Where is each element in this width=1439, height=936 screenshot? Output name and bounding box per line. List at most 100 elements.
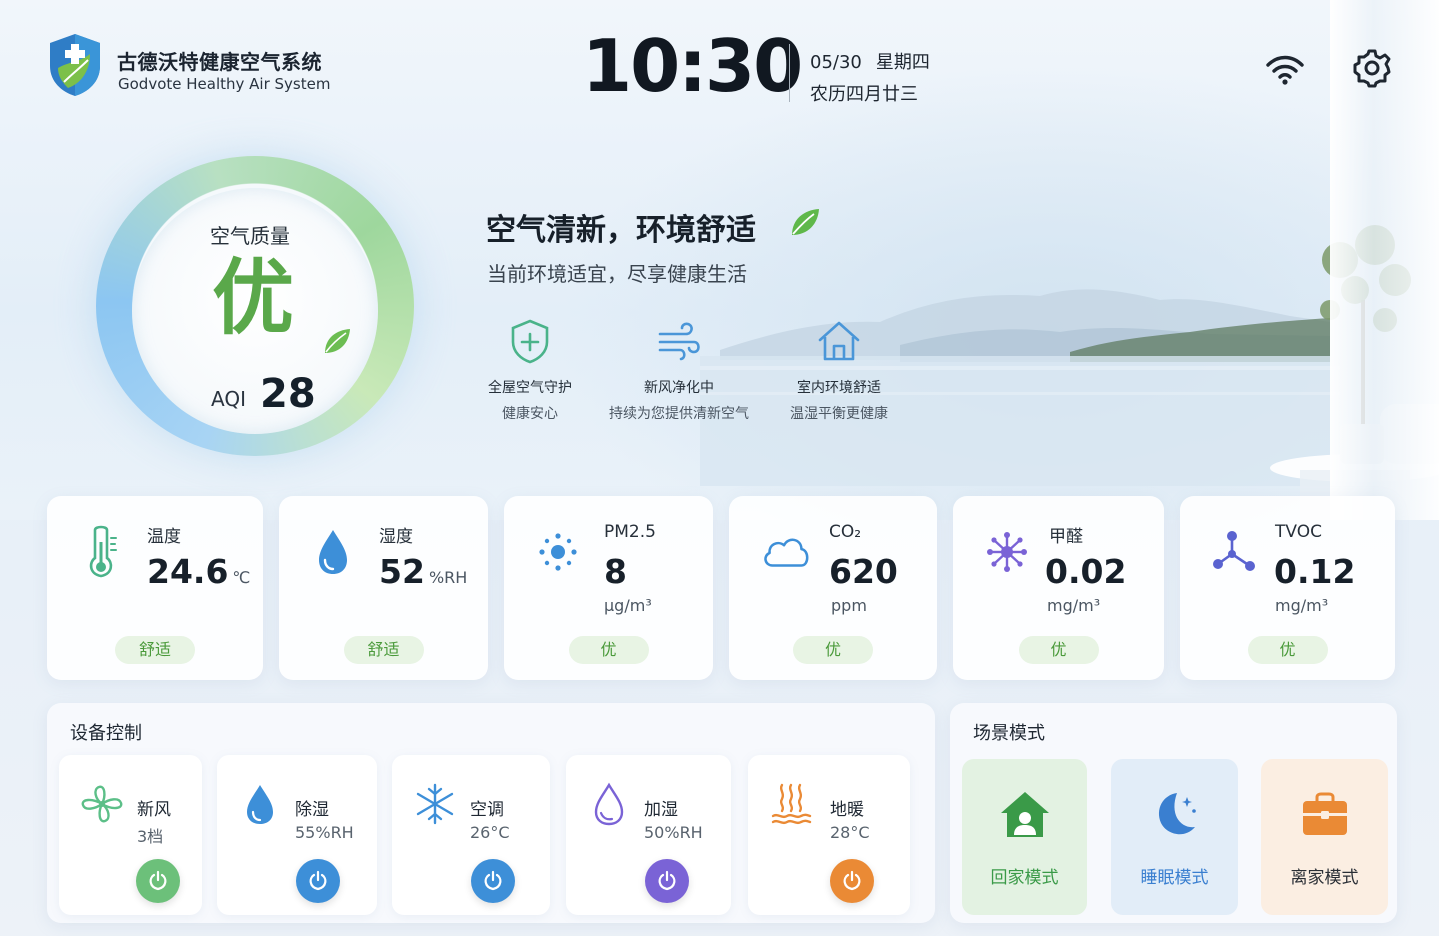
- power-icon: [484, 870, 502, 891]
- power-button[interactable]: [296, 859, 340, 903]
- home-icon: [818, 321, 860, 361]
- value-unit: ppm: [831, 596, 867, 615]
- sensor-card-humidity[interactable]: 湿度 52 %RH 舒适: [279, 496, 488, 680]
- value-unit: mg/m³: [1275, 596, 1329, 615]
- power-button[interactable]: [471, 859, 515, 903]
- feature-title: 室内环境舒适: [797, 380, 881, 396]
- device-value: 26°C: [470, 823, 510, 842]
- scene-home-mode[interactable]: 回家模式: [962, 759, 1087, 915]
- value-unit: μg/m³: [604, 596, 652, 615]
- status-headline: 空气清新，环境舒适: [486, 213, 756, 248]
- feature-fresh-air: 新风净化中 持续为您提供清新空气: [594, 318, 764, 424]
- sensor-label: 甲醛: [1049, 527, 1083, 547]
- aqi-title: 空气质量: [210, 224, 290, 248]
- sensor-label: TVOC: [1275, 522, 1322, 542]
- molecule-icon: [987, 532, 1027, 572]
- clock-time: 10:30: [582, 24, 803, 108]
- device-humidify[interactable]: 加湿 50%RH: [566, 755, 731, 915]
- moon-icon: [1158, 793, 1196, 835]
- sensor-card-tvoc[interactable]: TVOC 0.12 mg/m³ 优: [1180, 496, 1395, 680]
- heat-waves-icon: [771, 783, 812, 825]
- briefcase-icon: [1302, 792, 1347, 835]
- panel-title: 设备控制: [70, 723, 142, 744]
- aqi-label: AQI: [211, 387, 246, 411]
- scene-name: 离家模式: [1290, 868, 1359, 888]
- sensor-value: 52 %RH: [379, 552, 467, 591]
- sensor-value: 620: [829, 552, 898, 591]
- power-button[interactable]: [136, 859, 180, 903]
- scene-sleep-mode[interactable]: 睡眠模式: [1111, 759, 1238, 915]
- value-unit: ℃: [232, 568, 251, 587]
- network-icon: [1213, 531, 1255, 571]
- power-icon: [658, 870, 676, 891]
- particles-icon: [539, 533, 577, 571]
- device-control-panel: 设备控制 新风 3档 除湿 55%RH 空调 26°C 加湿 50%RH 地暖 …: [47, 703, 935, 923]
- device-name: 加湿: [644, 800, 678, 820]
- device-floor-heating[interactable]: 地暖 28°C: [748, 755, 910, 915]
- sensor-card-pm25[interactable]: PM2.5 8 μg/m³ 优: [504, 496, 713, 680]
- sensor-label: PM2.5: [604, 522, 656, 542]
- shield-plus-icon: [511, 319, 549, 364]
- value-number: 52: [379, 552, 425, 591]
- feature-whole-house: 全屋空气守护 健康安心: [445, 318, 615, 424]
- scene-name: 睡眠模式: [1140, 868, 1209, 888]
- sensor-card-temperature[interactable]: 温度 24.6 ℃ 舒适: [47, 496, 263, 680]
- weekday: 星期四: [875, 52, 930, 73]
- sensor-value: 0.12: [1274, 552, 1356, 591]
- feature-title: 全屋空气守护: [488, 380, 572, 396]
- status-subline: 当前环境适宜，尽享健康生活: [487, 262, 747, 286]
- panel-title: 场景模式: [973, 723, 1045, 744]
- water-drop-icon: [247, 785, 273, 824]
- leaf-icon: [325, 329, 350, 353]
- water-drop-icon: [319, 530, 347, 574]
- sensor-label: 湿度: [379, 527, 413, 547]
- wind-icon: [658, 322, 700, 361]
- device-value: 3档: [137, 827, 164, 846]
- cloud-icon: [764, 538, 809, 567]
- device-fresh-air[interactable]: 新风 3档: [59, 755, 202, 915]
- power-icon: [149, 870, 167, 891]
- clock-divider: [789, 44, 790, 102]
- power-icon: [309, 870, 327, 891]
- scene-name: 回家模式: [990, 868, 1059, 888]
- device-name: 地暖: [830, 800, 864, 820]
- value-unit: %RH: [428, 568, 468, 587]
- status-badge: 舒适: [343, 636, 424, 664]
- sensor-card-co2[interactable]: CO₂ 620 ppm 优: [729, 496, 937, 680]
- feature-title: 新风净化中: [644, 380, 714, 396]
- device-name: 新风: [137, 800, 171, 820]
- lunar-date: 农历四月廿三: [810, 84, 918, 105]
- value-unit: mg/m³: [1047, 596, 1101, 615]
- wifi-icon[interactable]: [1265, 54, 1305, 86]
- aqi-level: 优: [212, 251, 295, 346]
- scene-away-mode[interactable]: 离家模式: [1261, 759, 1388, 915]
- device-dehumidify[interactable]: 除湿 55%RH: [217, 755, 377, 915]
- sensor-label: 温度: [147, 527, 181, 547]
- power-button[interactable]: [830, 859, 874, 903]
- sensor-card-formaldehyde[interactable]: 甲醛 0.02 mg/m³ 优: [953, 496, 1164, 680]
- device-name: 除湿: [295, 800, 329, 820]
- snowflake-icon: [416, 783, 454, 825]
- date-line: 05/30 星期四: [810, 48, 944, 74]
- power-button[interactable]: [645, 859, 689, 903]
- sensor-value: 24.6 ℃: [147, 552, 250, 591]
- sensor-value: 0.02: [1045, 552, 1127, 591]
- device-value: 50%RH: [644, 823, 703, 842]
- date: 05/30: [810, 52, 862, 73]
- gear-icon[interactable]: [1352, 48, 1392, 88]
- sensor-label: CO₂: [829, 522, 862, 542]
- feature-subtitle: 持续为您提供清新空气: [609, 406, 749, 422]
- feature-indoor-comfort: 室内环境舒适 温湿平衡更健康: [754, 318, 924, 424]
- feature-subtitle: 温湿平衡更健康: [790, 406, 888, 422]
- status-badge: 舒适: [115, 636, 195, 664]
- power-icon: [843, 870, 861, 891]
- scene-mode-panel: 场景模式 回家模式 睡眠模式 离家模式: [950, 703, 1397, 923]
- device-air-conditioner[interactable]: 空调 26°C: [392, 755, 550, 915]
- status-badge: 优: [793, 636, 873, 664]
- fan-icon: [81, 785, 123, 823]
- shield-logo-icon: [50, 34, 100, 96]
- status-badge: 优: [568, 636, 649, 664]
- device-value: 55%RH: [295, 823, 354, 842]
- leaf-icon: [792, 209, 819, 235]
- drop-outline-icon: [594, 782, 624, 826]
